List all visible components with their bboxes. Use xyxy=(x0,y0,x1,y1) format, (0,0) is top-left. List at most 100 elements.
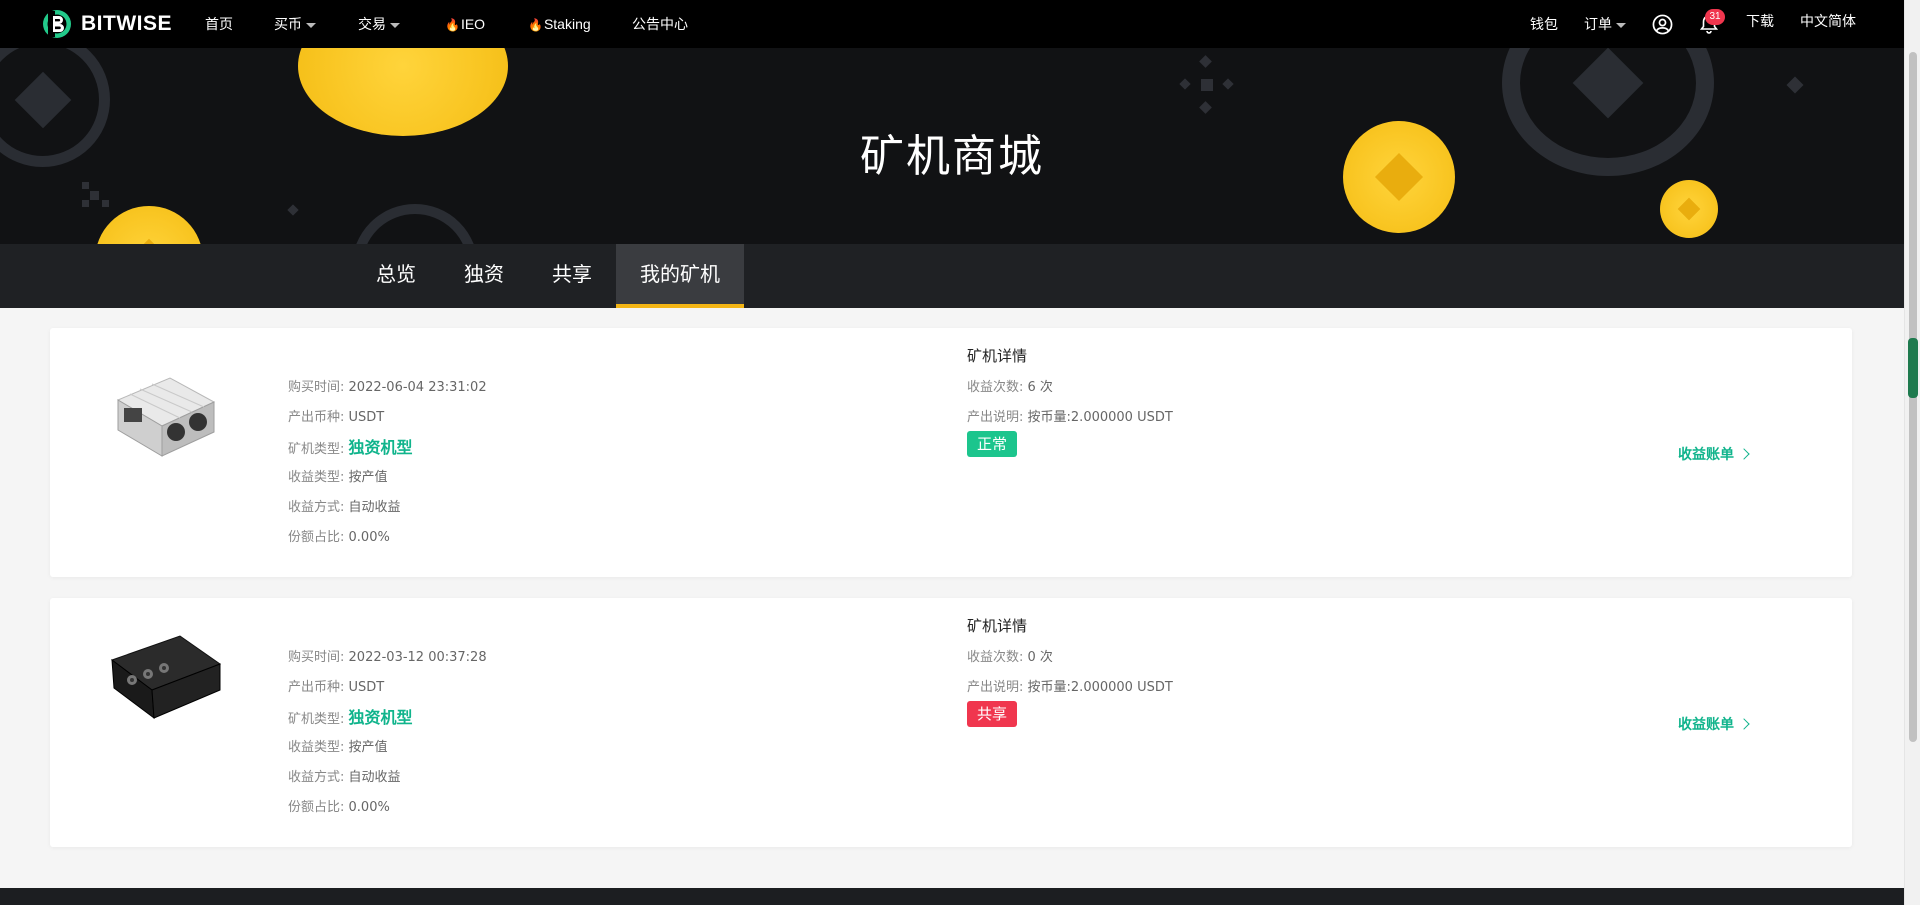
income-method-value: 自动收益 xyxy=(348,500,401,515)
purchase-time: 购买时间: 2022-06-04 23:31:02 xyxy=(288,376,487,395)
vertical-scrollbar[interactable] xyxy=(1904,0,1920,905)
output-coin: 产出币种: USDT xyxy=(288,406,384,425)
page-title: 矿机商城 xyxy=(860,131,1044,182)
output-coin-value: USDT xyxy=(348,410,385,425)
black-miner-image xyxy=(110,635,222,720)
income-type-label: 收益类型: xyxy=(288,740,345,755)
scrollbar-position-marker xyxy=(1908,338,1918,398)
income-count-value: 6 次 xyxy=(1027,380,1053,395)
income-count-label: 收益次数: xyxy=(967,650,1024,665)
miner-details-title: 矿机详情 xyxy=(967,617,1028,635)
miner-card: 购买时间: 2022-06-04 23:31:02 产出币种: USDT 矿机类… xyxy=(50,328,1852,577)
nav-ieo[interactable]: 🔥IEO xyxy=(445,0,485,48)
miner-type-label: 矿机类型: xyxy=(288,442,345,457)
nav-announcements[interactable]: 公告中心 xyxy=(632,0,688,48)
nav-trade-label: 交易 xyxy=(358,16,386,32)
nav-buy-label: 买币 xyxy=(274,16,302,32)
income-method: 收益方式: 自动收益 xyxy=(288,766,401,785)
income-bill-link[interactable]: 收益账单 xyxy=(1678,714,1750,734)
output-description-value: 按币量:2.000000 USDT xyxy=(1027,680,1173,695)
income-count: 收益次数: 0 次 xyxy=(967,646,1053,665)
decorative-diamond xyxy=(1222,78,1234,90)
decorative-diamond xyxy=(90,191,99,200)
nav-buy[interactable]: 买币 xyxy=(274,0,316,48)
miner-type-value: 独资机型 xyxy=(348,438,413,457)
income-type-value: 按产值 xyxy=(348,470,388,485)
income-type-value: 按产值 xyxy=(348,740,388,755)
income-type-label: 收益类型: xyxy=(288,470,345,485)
decorative-diamond xyxy=(102,200,109,207)
income-bill-label: 收益账单 xyxy=(1678,717,1734,733)
income-type: 收益类型: 按产值 xyxy=(288,466,388,485)
nav-wallet[interactable]: 钱包 xyxy=(1530,0,1558,48)
chevron-right-icon xyxy=(1738,448,1750,460)
decorative-diamond xyxy=(82,200,89,207)
fire-icon: 🔥 xyxy=(445,18,460,32)
status-badge: 共享 xyxy=(967,701,1018,727)
share-ratio-value: 0.00% xyxy=(348,530,390,545)
nav-ieo-label: IEO xyxy=(460,16,486,32)
output-coin-value: USDT xyxy=(348,680,385,695)
decorative-diamond xyxy=(287,204,299,216)
share-ratio: 份额占比: 0.00% xyxy=(288,526,390,545)
decorative-diamond xyxy=(1179,78,1191,90)
user-account-button[interactable] xyxy=(1652,14,1673,35)
miner-card: 购买时间: 2022-03-12 00:37:28 产出币种: USDT 矿机类… xyxy=(50,598,1852,847)
nav-orders[interactable]: 订单 xyxy=(1584,0,1626,48)
output-coin-label: 产出币种: xyxy=(288,410,345,425)
notification-count-badge: 31 xyxy=(1705,9,1725,25)
decorative-diamond xyxy=(1786,76,1804,94)
decorative-gold-coin xyxy=(1660,180,1718,238)
output-description-value: 按币量:2.000000 USDT xyxy=(1027,410,1173,425)
fire-icon: 🔥 xyxy=(528,18,543,32)
nav-staking-label: Staking xyxy=(543,16,591,32)
bitwise-logo-icon xyxy=(43,10,71,38)
income-count-label: 收益次数: xyxy=(967,380,1024,395)
nav-home[interactable]: 首页 xyxy=(205,0,233,48)
tab-my-miners[interactable]: 我的矿机 xyxy=(616,244,744,308)
purchase-time-value: 2022-03-12 00:37:28 xyxy=(348,650,487,665)
income-method-value: 自动收益 xyxy=(348,770,401,785)
purchase-time: 购买时间: 2022-03-12 00:37:28 xyxy=(288,646,487,665)
tab-exclusive[interactable]: 独资 xyxy=(448,244,520,308)
income-method-label: 收益方式: xyxy=(288,770,345,785)
nav-trade[interactable]: 交易 xyxy=(358,0,400,48)
user-circle-icon xyxy=(1652,14,1673,35)
miner-type-label: 矿机类型: xyxy=(288,712,345,727)
tab-overview[interactable]: 总览 xyxy=(360,244,432,308)
share-ratio-label: 份额占比: xyxy=(288,800,345,815)
income-type: 收益类型: 按产值 xyxy=(288,736,388,755)
decorative-diamond xyxy=(1201,79,1213,91)
output-description-label: 产出说明: xyxy=(967,680,1024,695)
page-footer xyxy=(0,888,1904,905)
decorative-diamond xyxy=(1199,55,1212,68)
top-navbar: BITWISE 首页 买币 交易 🔥IEO 🔥Staking 公告中心 钱包 订… xyxy=(0,0,1904,48)
decorative-diamond xyxy=(1199,101,1212,114)
income-bill-label: 收益账单 xyxy=(1678,447,1734,463)
tab-shared[interactable]: 共享 xyxy=(536,244,608,308)
asic-miner-image xyxy=(116,377,216,457)
status-badge: 正常 xyxy=(967,431,1018,457)
nav-staking[interactable]: 🔥Staking xyxy=(528,0,591,48)
output-description: 产出说明: 按币量:2.000000 USDT xyxy=(967,676,1173,695)
nav-download[interactable]: 下载 xyxy=(1746,0,1774,45)
output-coin-label: 产出币种: xyxy=(288,680,345,695)
output-description-label: 产出说明: xyxy=(967,410,1024,425)
purchase-time-value: 2022-06-04 23:31:02 xyxy=(348,380,487,395)
brand-logo[interactable]: BITWISE xyxy=(42,9,172,39)
share-ratio-label: 份额占比: xyxy=(288,530,345,545)
income-bill-link[interactable]: 收益账单 xyxy=(1678,444,1750,464)
share-ratio: 份额占比: 0.00% xyxy=(288,796,390,815)
language-selector[interactable]: 中文简体 xyxy=(1800,0,1856,45)
caret-down-icon xyxy=(306,22,316,28)
miner-type: 矿机类型: 独资机型 xyxy=(288,434,413,458)
miner-type: 矿机类型: 独资机型 xyxy=(288,704,413,728)
chevron-right-icon xyxy=(1738,718,1750,730)
income-method: 收益方式: 自动收益 xyxy=(288,496,401,515)
income-method-label: 收益方式: xyxy=(288,500,345,515)
miner-type-value: 独资机型 xyxy=(348,708,413,727)
caret-down-icon xyxy=(390,22,400,28)
purchase-time-label: 购买时间: xyxy=(288,380,345,395)
output-description: 产出说明: 按币量:2.000000 USDT xyxy=(967,406,1173,425)
output-coin: 产出币种: USDT xyxy=(288,676,384,695)
